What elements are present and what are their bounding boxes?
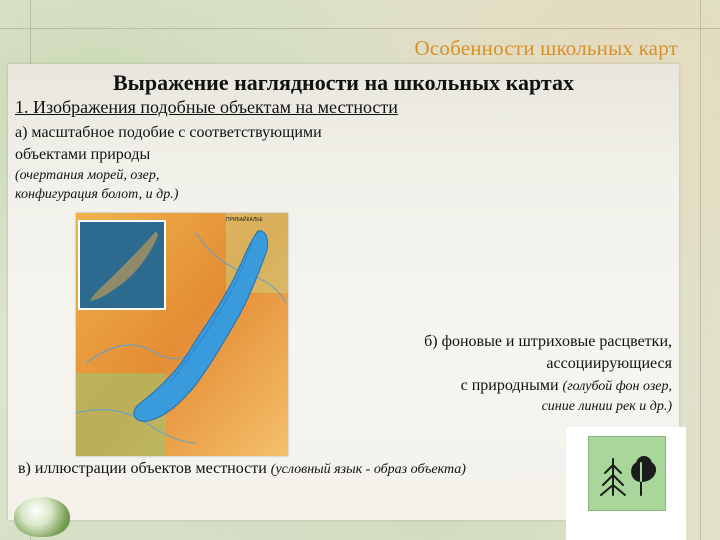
item-1-title: 1. Изображения подобные объектам на мест… (15, 97, 398, 117)
item-b-line1: б) фоновые и штриховые расцветки, (424, 333, 672, 350)
baikal-map-graphic: ПРИБАЙКАЛЬЕ (76, 213, 288, 456)
item-v: в) иллюстрации объектов местности (услов… (18, 460, 466, 478)
globe-decoration (14, 497, 70, 537)
item-a-line1: а) масштабное подобие с соответствующими (15, 124, 322, 141)
forest-symbol-panel (566, 427, 686, 540)
grid-line (0, 28, 720, 29)
baikal-map: ПРИБАЙКАЛЬЕ (76, 213, 288, 456)
forest-symbol (588, 436, 666, 511)
mixed-forest-icon (600, 456, 657, 496)
grid-line (700, 0, 701, 540)
item-a-note2: конфигурация болот, и др.) (15, 187, 179, 202)
page-heading: Выражение наглядности на школьных картах (112, 70, 574, 95)
map-label: ПРИБАЙКАЛЬЕ (226, 215, 264, 223)
item-b-line4: синие линии рек и др.) (541, 399, 672, 414)
inset-map (78, 220, 166, 310)
item-a-line2: объектами природы (15, 146, 151, 163)
item-b-line3-note: (голубой фон озер, (562, 379, 672, 394)
item-b-line3-main: с природными (460, 377, 559, 394)
item-v-note: (условный язык - образ объекта) (270, 462, 466, 477)
item-a-note1: (очертания морей, озер, (15, 168, 160, 183)
slide-title: Особенности школьных карт (414, 36, 678, 60)
item-b-line3: с природными (голубой фон озер, (461, 377, 672, 395)
item-v-main: в) иллюстрации объектов местности (18, 460, 267, 477)
item-b-line2: ассоциирующиеся (546, 355, 672, 372)
